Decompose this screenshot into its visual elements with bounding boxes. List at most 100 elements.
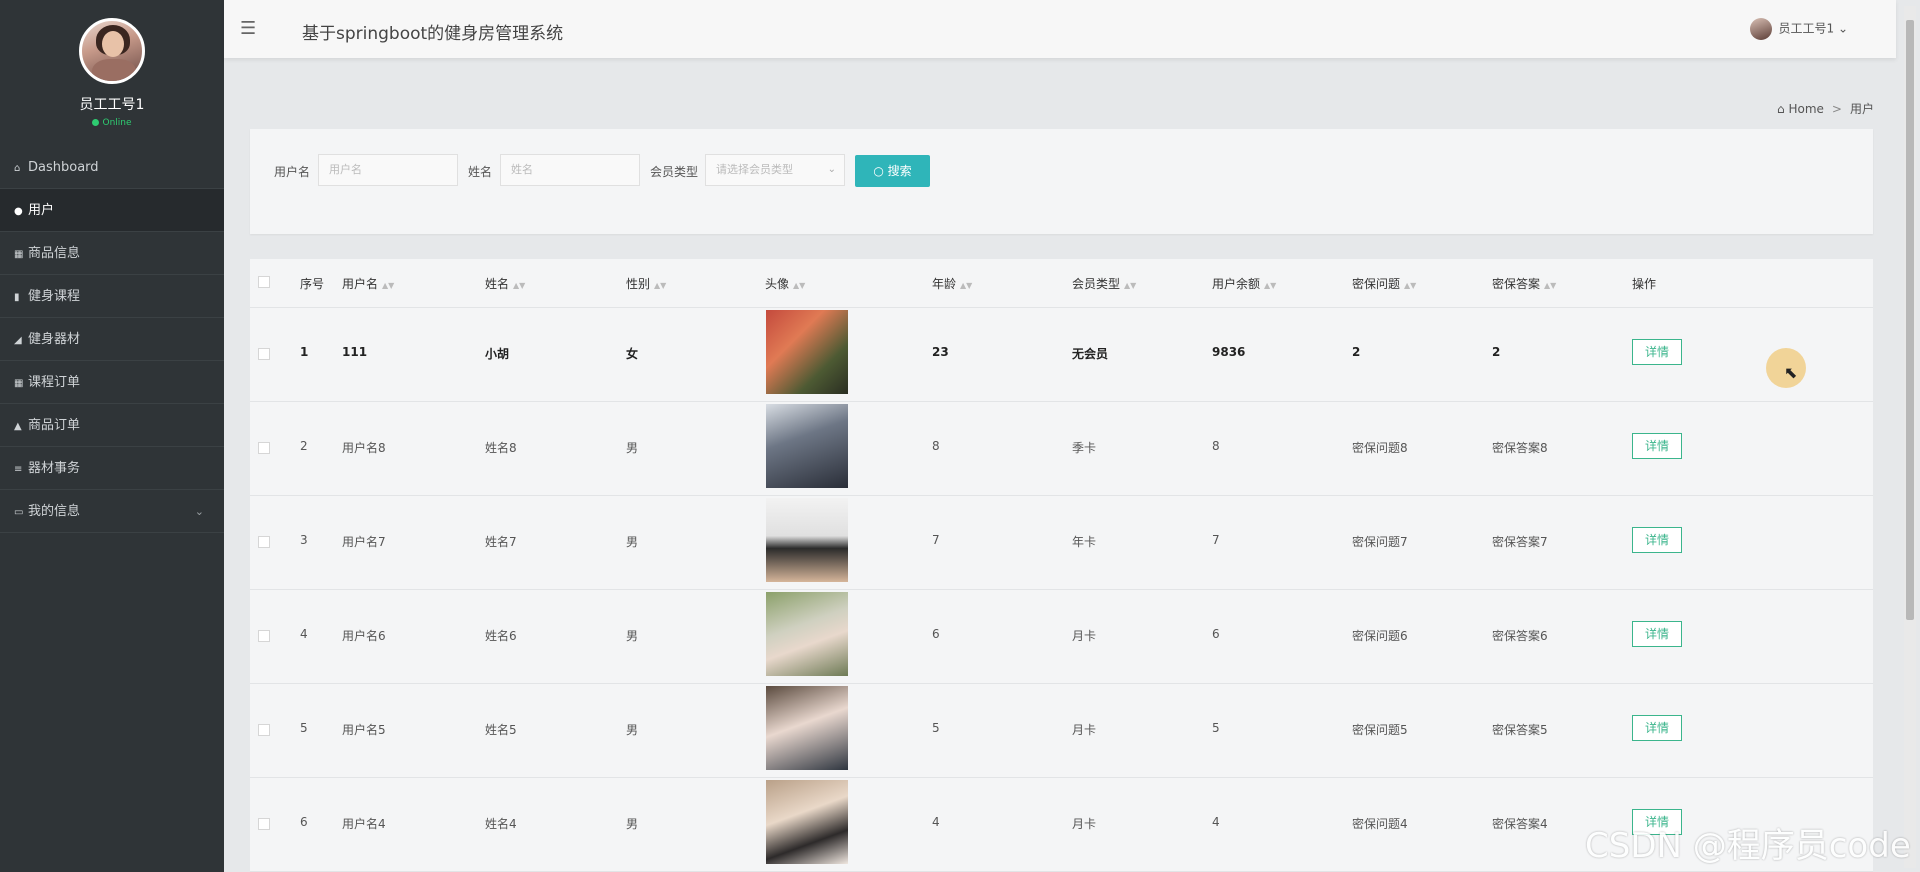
table-cell: 2 — [300, 439, 308, 453]
row-checkbox[interactable] — [258, 818, 270, 830]
col-header[interactable]: 年龄 ▲▼ — [932, 275, 972, 292]
row-checkbox[interactable] — [258, 348, 270, 360]
sidebar-item[interactable]: ▮ 健身课程 — [0, 275, 224, 318]
avatar — [766, 404, 848, 488]
detail-button[interactable]: 详情 — [1632, 433, 1682, 459]
sidebar-item[interactable]: ≡ 器材事务 — [0, 447, 224, 490]
breadcrumb-home[interactable]: Home — [1788, 102, 1823, 116]
sort-icon: ▲▼ — [382, 281, 395, 290]
sidebar-user-name: 员工工号1 — [79, 97, 145, 113]
type-label: 会员类型 — [650, 165, 699, 179]
table-cell: 姓名6 — [485, 629, 517, 643]
table-cell: 密保答案7 — [1492, 535, 1548, 549]
table-cell: 用户名6 — [342, 629, 386, 643]
username-input[interactable]: 用户名 — [318, 154, 458, 186]
avatar — [766, 498, 848, 582]
sort-icon: ▲▼ — [513, 281, 526, 290]
sidebar-item[interactable]: ▦ 商品信息 — [0, 232, 224, 275]
table-cell: 月卡 — [1072, 629, 1097, 643]
table-cell: 用户名7 — [342, 535, 386, 549]
sort-icon: ▲▼ — [793, 281, 806, 290]
table-cell: 6 — [1212, 627, 1220, 641]
table-cell: 密保问题7 — [1352, 535, 1408, 549]
mouse-cursor-icon: ⬉ — [1784, 363, 1798, 382]
table-header: 序号 用户名 ▲▼ 姓名 ▲▼ 性别 ▲▼ 头像 ▲▼ 年龄 ▲▼ 会员类型 ▲▼ 用户余额… — [250, 259, 1873, 308]
table-row: 5 用户名5 姓名5 男 5 月卡 5 密保问题5 密保答案5 详情 — [250, 683, 1873, 778]
page-scrollbar[interactable] — [1904, 6, 1916, 868]
table-cell: 月卡 — [1072, 723, 1097, 737]
sort-icon: ▲▼ — [654, 281, 667, 290]
grid-icon: ▦ — [14, 378, 24, 389]
top-user-menu[interactable]: 员工工号1 ⌄ — [1750, 18, 1848, 40]
table-cell: 季卡 — [1072, 441, 1097, 455]
chevron-down-icon: ⌄ — [827, 164, 836, 175]
scrollbar-thumb[interactable] — [1906, 20, 1914, 620]
watermark: CSDN @程序员code — [1585, 826, 1911, 866]
col-header[interactable]: 用户名 ▲▼ — [342, 275, 394, 292]
search-panel: 用户名 用户名 姓名 姓名 会员类型 请选择会员类型 ⌄ ○ 搜索 — [250, 129, 1873, 234]
sidebar-item[interactable]: ▭ 我的信息 ⌄ — [0, 490, 224, 533]
row-checkbox[interactable] — [258, 536, 270, 548]
app-title: 基于springboot的健身房管理系统 — [302, 24, 564, 44]
chevron-down-icon: ⌄ — [1837, 21, 1848, 36]
table-cell: 用户名8 — [342, 441, 386, 455]
menu-toggle-icon[interactable]: ☰ — [240, 18, 256, 39]
table-cell: 用户名4 — [342, 817, 386, 831]
avatar — [766, 592, 848, 676]
table-row: 1 111 小胡女 23 无会员 9836 2 2 详情 — [250, 307, 1873, 402]
table-cell: 2 — [1492, 345, 1501, 359]
table-cell: 用户名5 — [342, 723, 386, 737]
sidebar-item[interactable]: ◢ 健身器材 — [0, 318, 224, 361]
detail-button[interactable]: 详情 — [1632, 339, 1682, 365]
chevron-down-icon: ⌄ — [194, 505, 204, 518]
col-header[interactable]: 头像 ▲▼ — [765, 275, 805, 292]
dumbbell-icon: ◢ — [14, 335, 22, 346]
table-cell: 月卡 — [1072, 817, 1097, 831]
table-cell: 姓名8 — [485, 441, 517, 455]
row-checkbox[interactable] — [258, 630, 270, 642]
search-button[interactable]: ○ 搜索 — [855, 155, 930, 187]
table-cell: 7 — [1212, 533, 1220, 547]
table-cell: 男 — [626, 723, 639, 737]
col-header[interactable]: 用户余额 ▲▼ — [1212, 275, 1276, 292]
row-checkbox[interactable] — [258, 442, 270, 454]
sidebar: 员工工号1 Online ⌂ Dashboard ● 用户 ▦ 商品信息 ▮ 健身课程 ◢ 健身器… — [0, 0, 224, 872]
sort-icon: ▲▼ — [1264, 281, 1277, 290]
sidebar-item[interactable]: ▲ 商品订单 — [0, 404, 224, 447]
top-avatar — [1750, 18, 1773, 40]
col-header[interactable]: 姓名 ▲▼ — [485, 275, 525, 292]
col-header[interactable]: 密保答案 ▲▼ — [1492, 275, 1556, 292]
home-icon: ⌂ — [1777, 102, 1789, 116]
col-header[interactable]: 会员类型 ▲▼ — [1072, 275, 1136, 292]
row-checkbox[interactable] — [258, 724, 270, 736]
book-icon: ▮ — [14, 292, 20, 303]
name-input[interactable]: 姓名 — [500, 154, 640, 186]
table-cell: 23 — [932, 345, 949, 359]
breadcrumb-current: 用户 — [1849, 102, 1874, 116]
table-cell: 姓名5 — [485, 723, 517, 737]
bag-icon: ▲ — [14, 421, 22, 432]
detail-button[interactable]: 详情 — [1632, 527, 1682, 553]
sidebar-menu: ⌂ Dashboard ● 用户 ▦ 商品信息 ▮ 健身课程 ◢ 健身器材 ▦ 课程订单 ▲ 商品订单 ≡ 器… — [0, 146, 224, 533]
table-cell: 密保问题5 — [1352, 723, 1408, 737]
user-icon: ● — [14, 206, 23, 217]
select-all-checkbox[interactable] — [258, 276, 270, 288]
table-cell: 男 — [626, 817, 639, 831]
detail-button[interactable]: 详情 — [1632, 715, 1682, 741]
table-cell: 女 — [626, 347, 639, 361]
sidebar-item[interactable]: ● 用户 — [0, 189, 224, 232]
detail-button[interactable]: 详情 — [1632, 621, 1682, 647]
col-header[interactable]: 密保问题 ▲▼ — [1352, 275, 1416, 292]
sidebar-item[interactable]: ▦ 课程订单 — [0, 361, 224, 404]
col-header[interactable]: 性别 ▲▼ — [626, 275, 666, 292]
user-status: Online — [0, 118, 224, 128]
sidebar-item[interactable]: ⌂ Dashboard — [0, 146, 224, 189]
breadcrumb-separator: > — [1831, 102, 1842, 116]
table-cell: 男 — [626, 629, 639, 643]
avatar — [766, 780, 848, 864]
sort-icon: ▲▼ — [1124, 281, 1137, 290]
member-type-select[interactable]: 请选择会员类型 ⌄ — [705, 154, 845, 186]
table-row: 3 用户名7 姓名7 男 7 年卡 7 密保问题7 密保答案7 详情 — [250, 495, 1873, 590]
grid-icon: ▦ — [14, 249, 24, 260]
table-cell: 小胡 — [485, 347, 510, 361]
